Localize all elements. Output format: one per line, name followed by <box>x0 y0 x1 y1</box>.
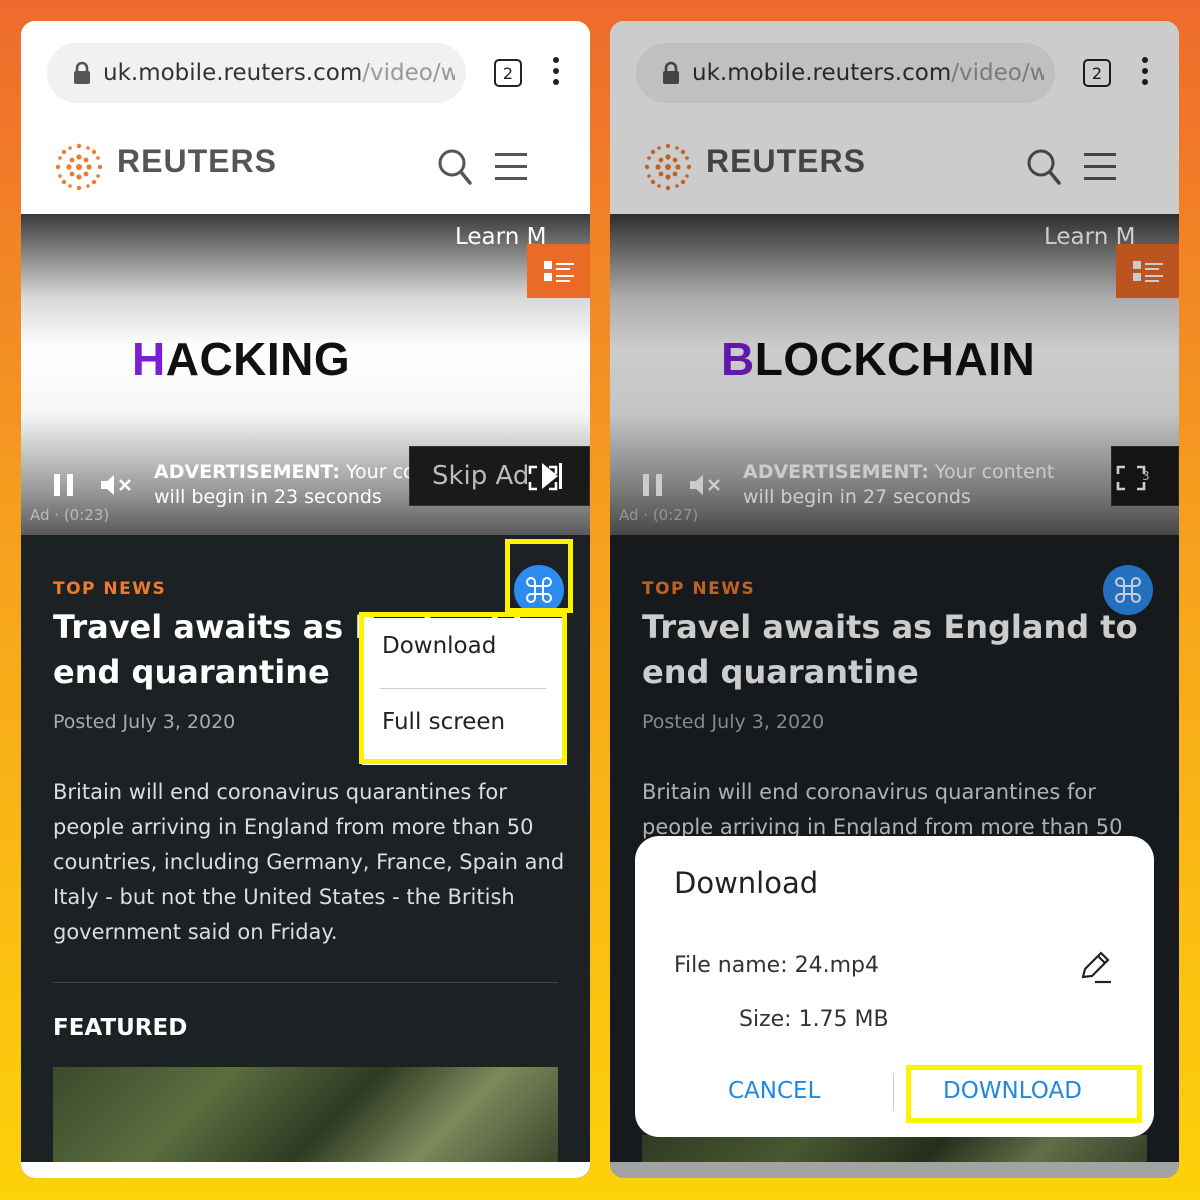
url-text: uk.mobile.reuters.com/video/wa <box>103 60 455 86</box>
skip-ad-button[interactable]: Skip Ad <box>409 446 590 506</box>
hamburger-menu-icon[interactable] <box>495 153 527 181</box>
file-size-label: Size: 1.75 MB <box>739 1007 889 1032</box>
tab-switcher-button[interactable]: 2 <box>494 59 522 87</box>
browser-toolbar: uk.mobile.reuters.com/video/wa 2 <box>21 21 590 121</box>
brand-title: REUTERS <box>117 143 277 179</box>
overflow-menu-icon[interactable] <box>551 57 561 89</box>
playlist-icon[interactable] <box>527 244 590 298</box>
posted-date: Posted July 3, 2020 <box>53 711 236 733</box>
video-player[interactable]: Learn M HACKING ADVERTISEMENT: Your cont… <box>21 214 590 535</box>
divider <box>53 982 558 983</box>
tab-count: 2 <box>502 63 514 83</box>
article-body: Britain will end coronavirus quarantines… <box>53 780 565 944</box>
bottom-bar <box>21 1162 590 1178</box>
right-phone-screen: uk.mobile.reuters.com/video/wa 2 REUTERS… <box>610 21 1179 1178</box>
cancel-button[interactable]: CANCEL <box>728 1078 820 1104</box>
edit-pencil-icon[interactable] <box>1077 949 1113 985</box>
file-name-label: File name: 24.mp4 <box>674 953 879 978</box>
reuters-logo-icon[interactable] <box>51 139 107 195</box>
ad-headline: HACKING <box>132 333 351 385</box>
skip-next-icon <box>542 463 562 489</box>
button-separator <box>893 1073 894 1111</box>
fab-highlight <box>505 539 573 613</box>
category-label[interactable]: TOP NEWS <box>53 579 166 599</box>
pause-icon[interactable] <box>54 474 74 496</box>
featured-thumbnail[interactable] <box>53 1067 558 1167</box>
url-bar[interactable]: uk.mobile.reuters.com/video/wa <box>47 43 466 103</box>
ad-timer: Ad · (0:23) <box>30 506 110 524</box>
featured-heading: FEATURED <box>53 1015 188 1041</box>
download-button-highlight <box>906 1065 1142 1123</box>
search-icon[interactable] <box>437 147 473 187</box>
mute-icon[interactable] <box>99 472 133 498</box>
dialog-title: Download <box>674 866 819 900</box>
lock-icon <box>67 58 97 88</box>
menu-highlight <box>359 612 567 764</box>
site-header: REUTERS <box>21 121 590 214</box>
